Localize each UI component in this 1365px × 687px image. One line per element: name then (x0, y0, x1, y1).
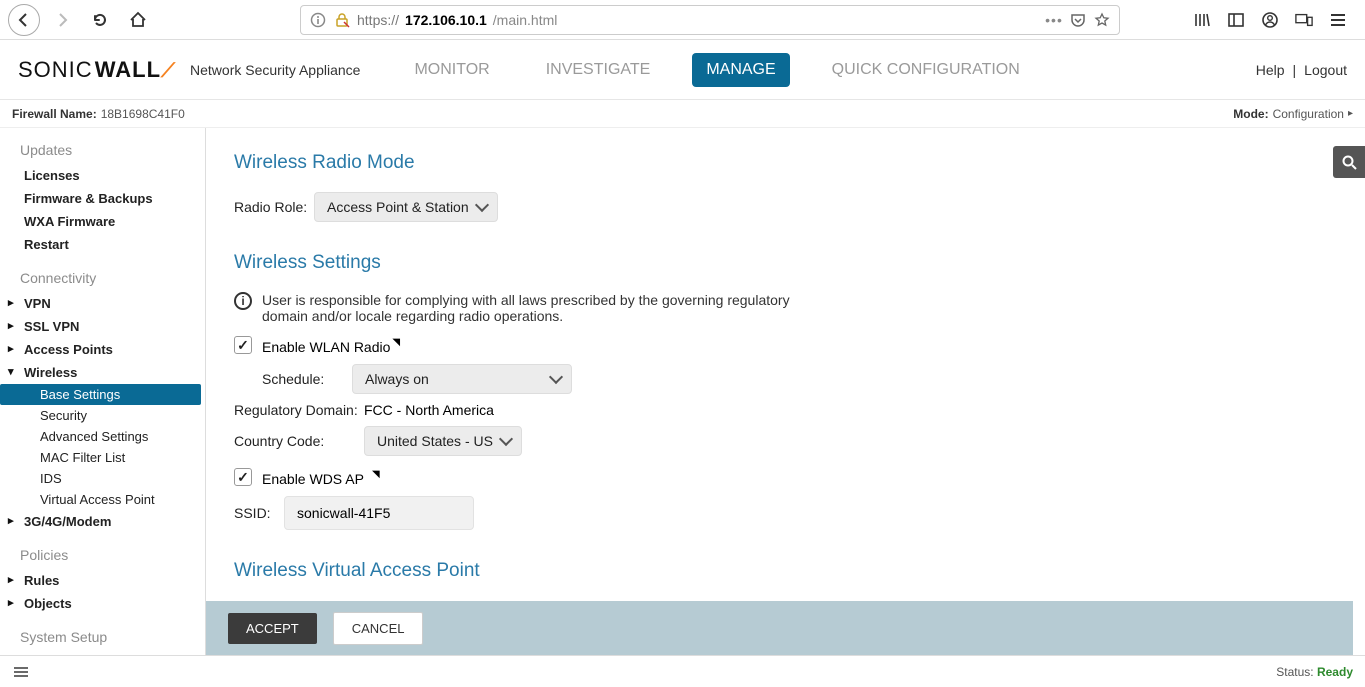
firewall-name-label: Firewall Name: (12, 107, 97, 121)
bookmark-star-icon[interactable] (1093, 11, 1111, 29)
enable-wds-label: Enable WDS AP (262, 471, 364, 487)
url-path: /main.html (493, 12, 558, 28)
hamburger-icon[interactable] (12, 663, 30, 681)
mode-label: Mode: (1233, 107, 1268, 121)
footer: Status: Ready (0, 655, 1365, 687)
status-value: Ready (1317, 665, 1353, 679)
sidebar-item-firmware[interactable]: Firmware & Backups (0, 187, 205, 210)
radio-role-value: Access Point & Station (327, 199, 469, 215)
country-code-label: Country Code: (234, 433, 364, 449)
sidebar-sub-ids[interactable]: IDS (0, 468, 205, 489)
logout-link[interactable]: Logout (1304, 62, 1347, 78)
sidebar-sub-vap[interactable]: Virtual Access Point (0, 489, 205, 510)
sidebar-item-objects[interactable]: Objects (0, 592, 205, 615)
page-actions-icon[interactable]: ••• (1045, 11, 1063, 29)
info-icon[interactable] (309, 11, 327, 29)
corner-icon: ◥ (372, 469, 380, 480)
country-code-select[interactable]: United States - US (364, 426, 522, 456)
menu-icon[interactable] (1329, 11, 1347, 29)
ssid-value: sonicwall-41F5 (297, 505, 390, 521)
sidebar-item-restart[interactable]: Restart (0, 233, 205, 256)
sidebar-sub-advanced[interactable]: Advanced Settings (0, 426, 205, 447)
info-text: User is responsible for complying with a… (262, 292, 794, 324)
regdomain-value: FCC - North America (364, 402, 494, 418)
sidebar-sub-security[interactable]: Security (0, 405, 205, 426)
library-icon[interactable] (1193, 11, 1211, 29)
sidebar-item-sslvpn[interactable]: SSL VPN (0, 315, 205, 338)
tab-manage[interactable]: MANAGE (692, 53, 789, 87)
sidebar-item-rules[interactable]: Rules (0, 569, 205, 592)
radio-role-label: Radio Role: (234, 199, 314, 215)
firewall-name-value: 18B1698C41F0 (101, 107, 185, 121)
url-bar[interactable]: https:// 172.106.10.1/main.html ••• (300, 5, 1120, 35)
country-code-value: United States - US (377, 433, 493, 449)
info-icon: i (234, 292, 252, 310)
brand-logo: SONICWALL⟋ (18, 57, 176, 83)
action-bar: ACCEPT CANCEL (206, 601, 1353, 655)
ssid-input[interactable]: sonicwall-41F5 (284, 496, 474, 530)
sidebar-sub-mac-filter[interactable]: MAC Filter List (0, 447, 205, 468)
accept-button[interactable]: ACCEPT (228, 613, 317, 644)
browser-toolbar: https:// 172.106.10.1/main.html ••• (0, 0, 1365, 40)
sidebar-item-vpn[interactable]: VPN (0, 292, 205, 315)
sidebar-item-wxa[interactable]: WXA Firmware (0, 210, 205, 233)
enable-wlan-checkbox[interactable] (234, 336, 252, 354)
sidebar-item-wireless[interactable]: Wireless (0, 361, 205, 384)
url-host: 172.106.10.1 (405, 12, 487, 28)
enable-wds-checkbox[interactable] (234, 468, 252, 486)
lock-warning-icon[interactable] (333, 11, 351, 29)
reload-button[interactable] (84, 4, 116, 36)
subheader: Firewall Name: 18B1698C41F0 Mode: Config… (0, 100, 1365, 128)
sidebar-scroll[interactable]: Updates Licenses Firmware & Backups WXA … (0, 128, 205, 655)
url-proto: https:// (357, 12, 399, 28)
mode-value[interactable]: Configuration (1273, 107, 1344, 121)
tab-monitor[interactable]: MONITOR (400, 53, 503, 87)
regdomain-label: Regulatory Domain: (234, 402, 364, 418)
pocket-icon[interactable] (1069, 11, 1087, 29)
sidebar: Updates Licenses Firmware & Backups WXA … (0, 128, 206, 655)
brand-sonic: SONIC (18, 57, 93, 83)
tab-quick-config[interactable]: QUICK CONFIGURATION (818, 53, 1034, 87)
sidebar-item-access-points[interactable]: Access Points (0, 338, 205, 361)
radio-role-select[interactable]: Access Point & Station (314, 192, 498, 222)
brand-swoosh-icon: ⟋ (161, 60, 176, 83)
account-icon[interactable] (1261, 11, 1279, 29)
section-wireless-settings: Wireless Settings (234, 252, 1337, 274)
sidebar-section-policies: Policies (0, 533, 205, 569)
schedule-select[interactable]: Always on (352, 364, 572, 394)
sidebar-section-updates: Updates (0, 128, 205, 164)
brand-subtitle: Network Security Appliance (190, 62, 360, 78)
section-wireless-radio-mode: Wireless Radio Mode (234, 152, 1337, 174)
forward-button[interactable] (46, 4, 78, 36)
corner-icon: ◥ (392, 337, 400, 348)
section-wireless-vap: Wireless Virtual Access Point (234, 560, 1337, 582)
status-label: Status: (1276, 665, 1317, 679)
sidebar-item-licenses[interactable]: Licenses (0, 164, 205, 187)
sidebar-sub-base-settings[interactable]: Base Settings (0, 384, 201, 405)
divider: | (1293, 62, 1297, 78)
tab-investigate[interactable]: INVESTIGATE (532, 53, 665, 87)
devices-icon[interactable] (1295, 11, 1313, 29)
help-link[interactable]: Help (1256, 62, 1285, 78)
sidebar-icon[interactable] (1227, 11, 1245, 29)
back-button[interactable] (8, 4, 40, 36)
top-nav: MONITOR INVESTIGATE MANAGE QUICK CONFIGU… (400, 53, 1033, 87)
schedule-value: Always on (365, 371, 429, 387)
brand-wall: WALL (95, 57, 161, 83)
sidebar-item-modem[interactable]: 3G/4G/Modem (0, 510, 205, 533)
app-header: SONICWALL⟋ Network Security Appliance MO… (0, 40, 1365, 100)
content: Wireless Radio Mode Radio Role: Access P… (206, 128, 1365, 655)
chevron-right-icon[interactable]: ▸ (1348, 108, 1353, 119)
sidebar-section-system: System Setup (0, 615, 205, 651)
content-scroll[interactable]: Wireless Radio Mode Radio Role: Access P… (206, 128, 1365, 601)
home-button[interactable] (122, 4, 154, 36)
sidebar-section-connectivity: Connectivity (0, 256, 205, 292)
cancel-button[interactable]: CANCEL (333, 612, 424, 645)
schedule-label: Schedule: (262, 371, 352, 387)
info-box: i User is responsible for complying with… (234, 292, 794, 324)
enable-wlan-label: Enable WLAN Radio (262, 339, 390, 355)
ssid-label: SSID: (234, 505, 284, 521)
